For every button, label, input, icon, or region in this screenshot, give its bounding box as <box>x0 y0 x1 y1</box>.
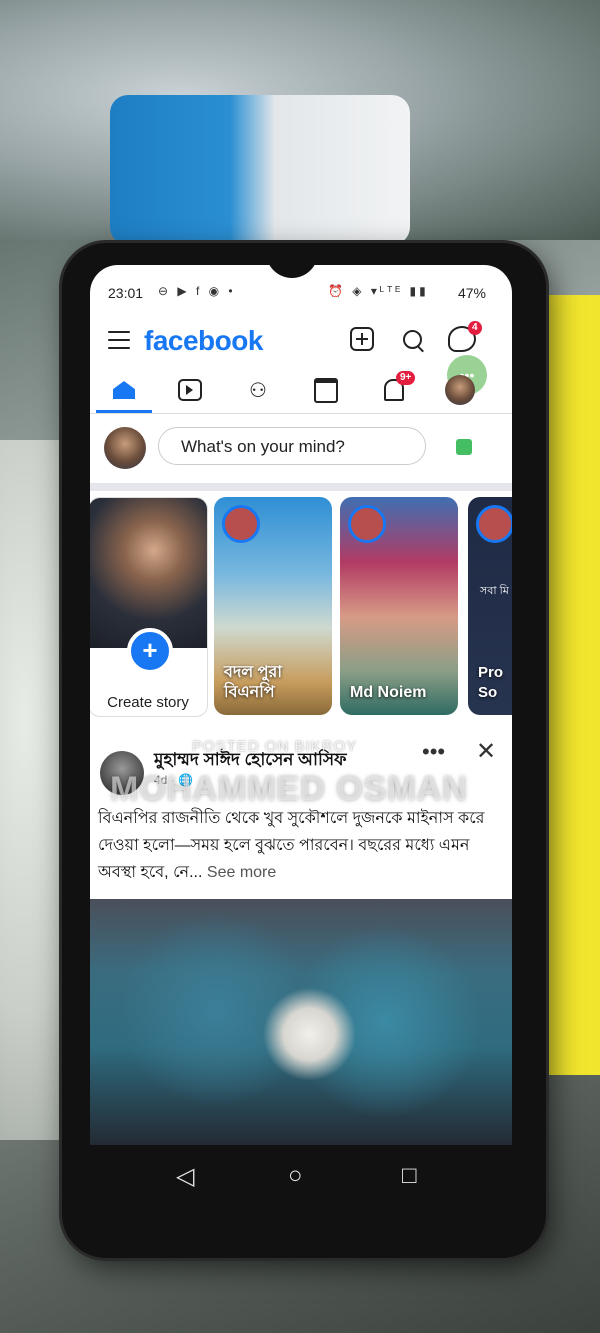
messenger-button[interactable]: 4 <box>448 321 482 353</box>
marketplace-icon <box>314 377 338 403</box>
profile-avatar <box>445 375 475 405</box>
battery-level: 47% <box>457 285 486 301</box>
create-story-photo <box>90 498 207 648</box>
tab-notifications[interactable]: 9+ <box>376 371 416 405</box>
nav-back-button[interactable]: ◁ <box>176 1162 194 1191</box>
tab-bar: ⚇ 9+ <box>90 367 512 414</box>
post-body: বিএনপির রাজনীতি থেকে খুব সুকৌশলে দুজনকে … <box>98 810 485 881</box>
tab-profile[interactable] <box>442 375 478 405</box>
search-icon <box>402 329 422 349</box>
status-time: 23:01 <box>108 285 144 301</box>
phone-screen: 23:01 ⊖ ▶ f ◉ • ⏰ ◈ ▾ᴸᵀᴱ ▮▮ 47% facebook… <box>90 265 512 1145</box>
story-name: বদল পুরা বিএনপি <box>224 664 282 701</box>
post-composer: What's on your mind? <box>90 415 512 491</box>
friends-icon: ⚇ <box>249 379 267 402</box>
photo-icon[interactable] <box>456 439 472 455</box>
create-story-label: Create story <box>107 694 189 711</box>
whats-on-your-mind-input[interactable]: What's on your mind? <box>158 427 426 465</box>
background-device <box>110 95 410 245</box>
story-avatar <box>476 505 512 543</box>
tab-friends[interactable]: ⚇ <box>240 375 276 405</box>
create-story-card[interactable]: + Create story <box>90 497 208 717</box>
story-avatar <box>222 505 260 543</box>
close-icon[interactable]: ✕ <box>476 737 496 766</box>
post-text: বিএনপির রাজনীতি থেকে খুব সুকৌশলে দুজনকে … <box>98 805 508 886</box>
system-nav-bar: ◁ ○ □ <box>90 1150 512 1210</box>
add-story-icon[interactable]: + <box>127 628 173 674</box>
post-photo[interactable] <box>90 899 512 1145</box>
create-button[interactable] <box>348 325 376 353</box>
story-name: Md Noiem <box>350 684 427 701</box>
video-icon <box>178 379 202 401</box>
story-avatar <box>348 505 386 543</box>
story-name: Pro So <box>478 664 504 701</box>
watermark-seller-name: MOHAMMED OSMAN <box>110 770 468 808</box>
menu-icon[interactable] <box>108 331 130 349</box>
story-card[interactable]: Md Noiem <box>340 497 458 715</box>
notifications-badge: 9+ <box>396 371 416 385</box>
status-bar: 23:01 ⊖ ▶ f ◉ • ⏰ ◈ ▾ᴸᵀᴱ ▮▮ 47% <box>90 275 512 301</box>
see-more-link[interactable]: See more <box>207 864 276 881</box>
status-signal-icons: ⏰ ◈ ▾ᴸᵀᴱ ▮▮ <box>328 284 429 298</box>
story-card[interactable]: বদল পুরা বিএনপি <box>214 497 332 715</box>
facebook-logo: facebook <box>144 325 263 356</box>
watermark-posted-on: POSTED ON BIKROY <box>192 738 358 755</box>
search-button[interactable] <box>398 325 426 353</box>
tab-active-indicator <box>96 410 152 413</box>
tab-marketplace[interactable] <box>308 375 344 405</box>
messenger-badge: 4 <box>468 321 482 335</box>
tab-home[interactable] <box>106 375 142 405</box>
more-options-icon[interactable]: ••• <box>422 739 445 765</box>
story-card[interactable]: সবা মি না Pro So <box>468 497 512 715</box>
nav-recents-button[interactable]: □ <box>402 1162 417 1190</box>
app-header: facebook 4 <box>90 313 512 367</box>
home-icon <box>113 381 135 399</box>
tab-video[interactable] <box>172 375 208 405</box>
avatar[interactable] <box>104 427 146 469</box>
status-notification-icons: ⊖ ▶ f ◉ • <box>158 284 236 298</box>
story-text: সবা মি না <box>480 585 512 597</box>
plus-icon <box>350 327 374 351</box>
stories-tray: + Create story বদল পুরা বিএনপি Md Noiem … <box>90 491 512 721</box>
nav-home-button[interactable]: ○ <box>288 1162 303 1190</box>
